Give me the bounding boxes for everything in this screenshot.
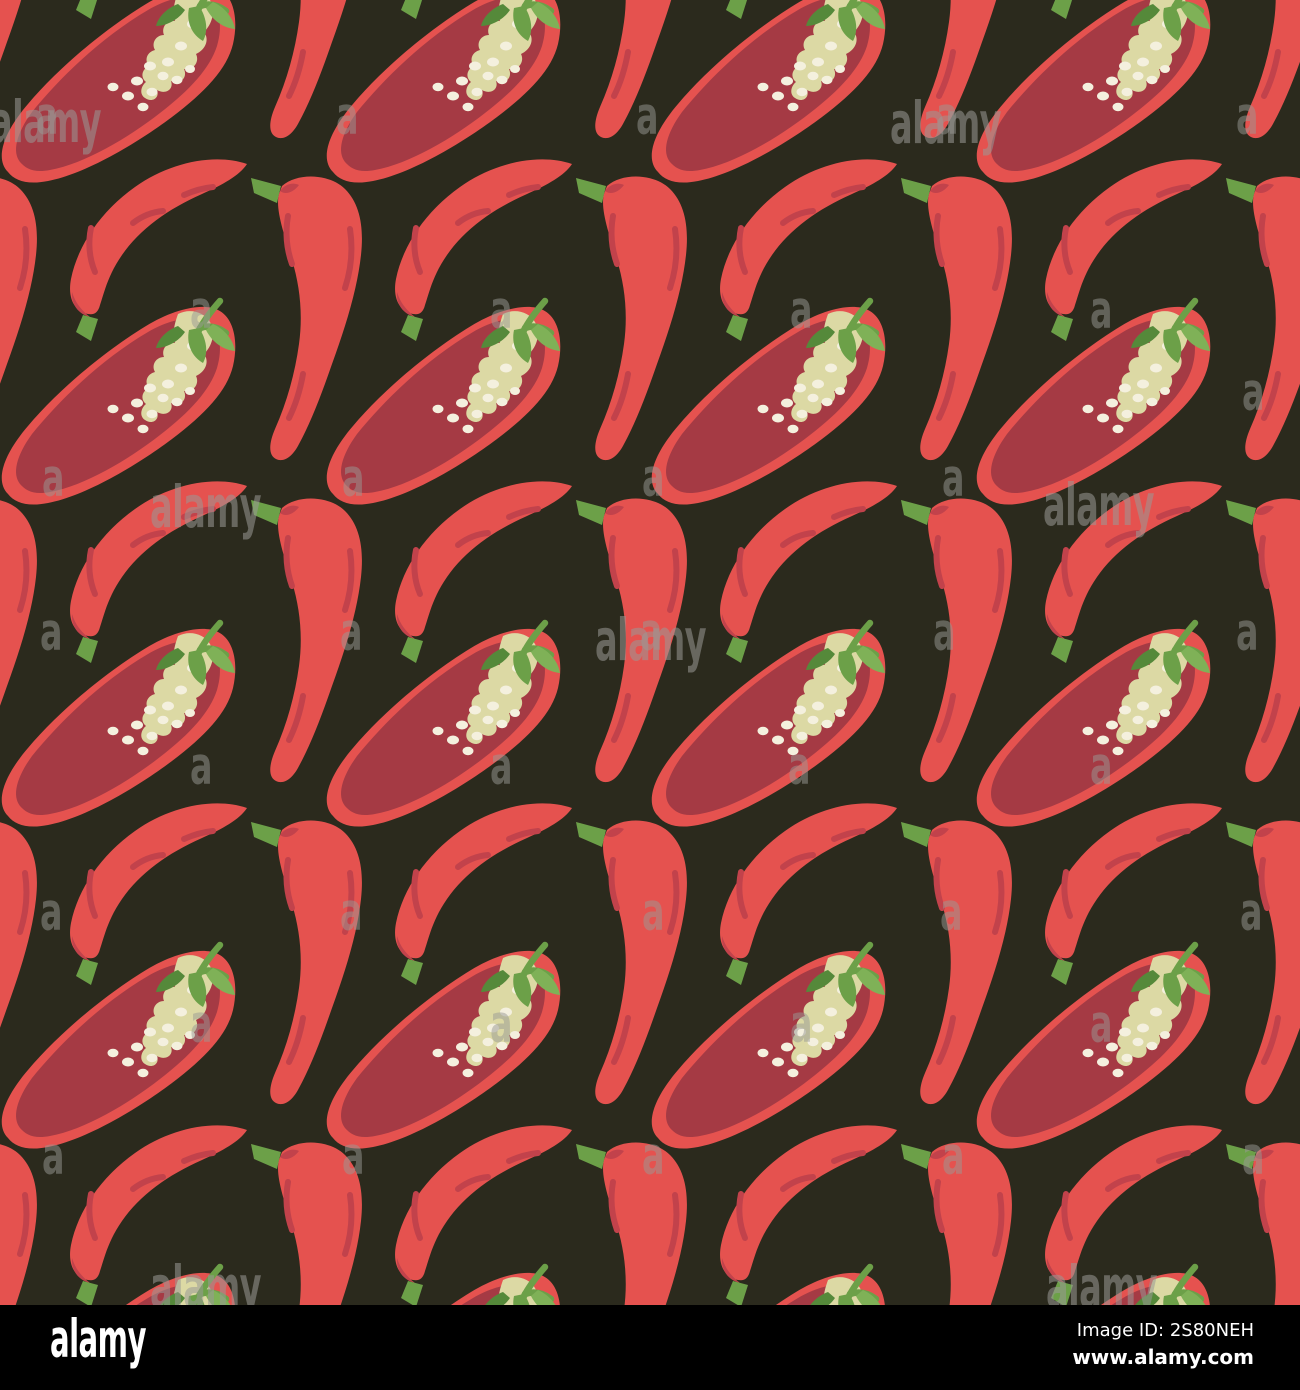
pattern-area — [0, 0, 1300, 1305]
alamy-footer-bar: alamy Image ID: 2S80NEH www.alamy.com — [0, 1305, 1300, 1390]
alamy-logo: alamy — [50, 1309, 147, 1370]
chili-pepper-pattern-image — [0, 0, 1300, 1305]
pepper-tiles — [0, 0, 1300, 1305]
stock-image-page: alamy alamy alamy alamy alamy alamy alamy a a a a a… — [0, 0, 1300, 1390]
footer-meta: Image ID: 2S80NEH www.alamy.com — [1072, 1319, 1254, 1372]
image-id-label: Image ID: 2S80NEH — [1076, 1320, 1254, 1341]
website-label: www.alamy.com — [1072, 1345, 1254, 1370]
